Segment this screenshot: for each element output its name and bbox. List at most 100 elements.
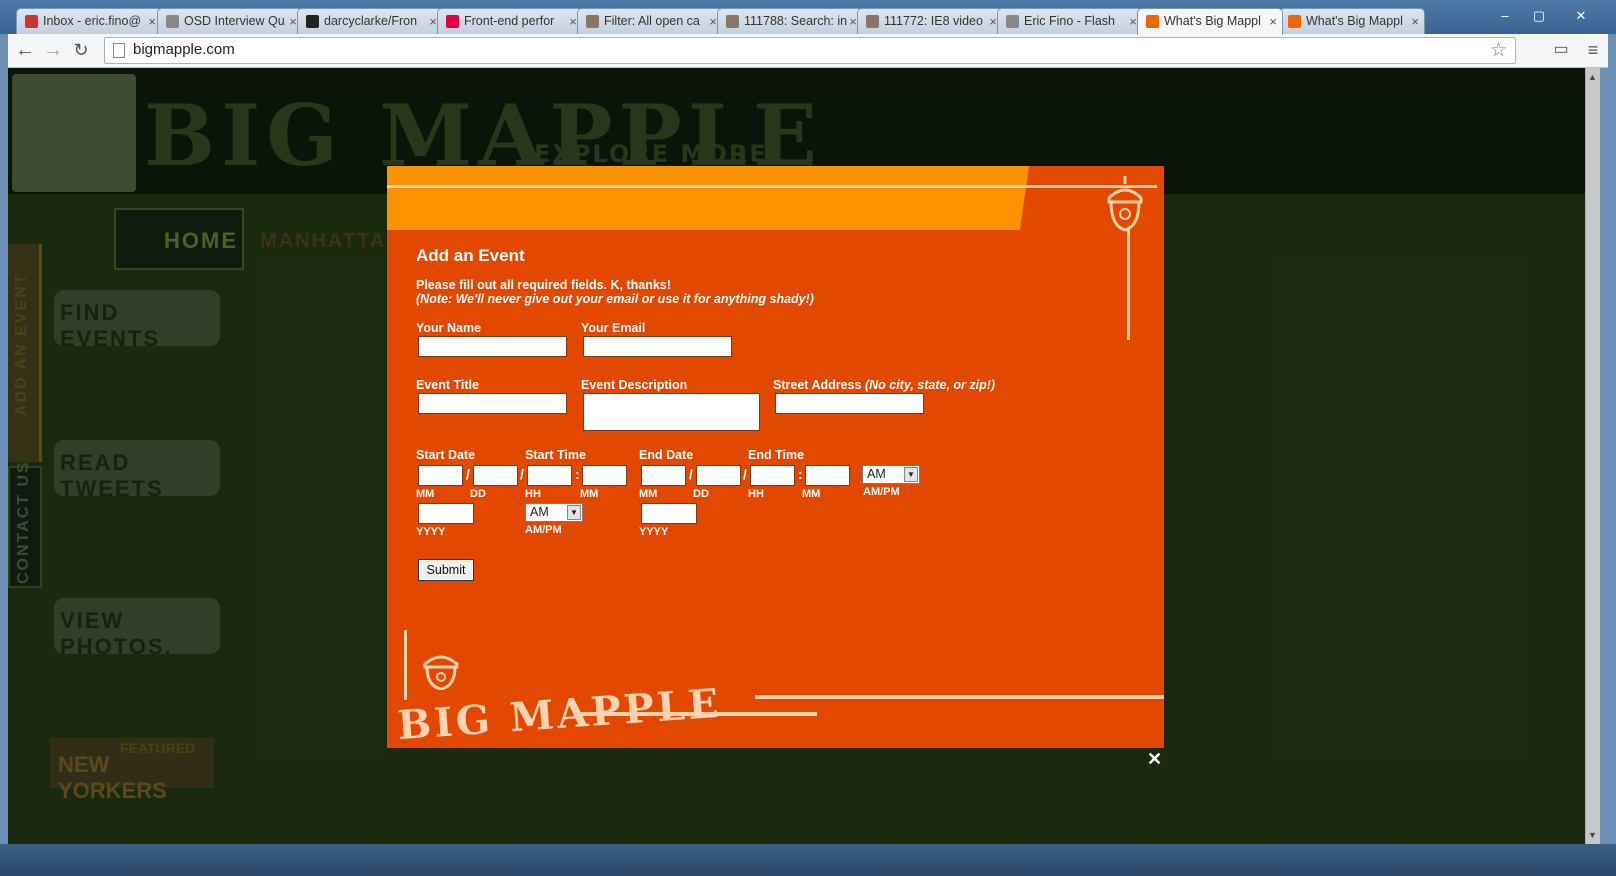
- date-separator: /: [466, 466, 470, 482]
- start-dd-caption: DD: [470, 488, 486, 500]
- page-viewport: BIG MAPPLE EXPLORE MORE HOME MANHATTAN F…: [8, 68, 1600, 844]
- start-mm-time-caption: MM: [580, 488, 599, 500]
- browser-tab[interactable]: Inbox - eric.fino@ ×: [16, 8, 162, 34]
- submit-button[interactable]: Submit: [418, 559, 474, 581]
- browser-tab[interactable]: What's Big Mappl ×: [1137, 8, 1283, 35]
- tab-close-icon[interactable]: ×: [1269, 14, 1277, 29]
- start-year-field[interactable]: [418, 503, 474, 524]
- back-arrow-icon[interactable]: ←: [12, 38, 38, 64]
- start-minute-field[interactable]: [582, 465, 627, 486]
- name-field[interactable]: [418, 336, 567, 357]
- browser-tab[interactable]: Front-end perfor ×: [437, 8, 583, 34]
- tab-close-icon[interactable]: ×: [1411, 14, 1419, 29]
- bug-icon: [726, 15, 739, 28]
- tab-close-icon[interactable]: ×: [709, 14, 717, 29]
- end-time-label: End Time: [748, 448, 805, 462]
- browser-tab-label: What's Big Mappl: [1164, 14, 1261, 28]
- chevron-down-icon[interactable]: ▼: [904, 467, 918, 482]
- browser-tab-label: What's Big Mappl: [1306, 14, 1403, 28]
- footer-line: [577, 712, 817, 716]
- event-description-label: Event Description: [581, 378, 688, 392]
- minimize-button[interactable]: –: [1490, 8, 1520, 26]
- start-date-label: Start Date: [416, 448, 476, 462]
- bookmark-star-icon[interactable]: ☆: [1490, 39, 1507, 62]
- start-mm-caption: MM: [416, 488, 435, 500]
- modal-header-line: [387, 185, 1157, 188]
- end-minute-field[interactable]: [805, 465, 850, 486]
- bug-icon: [586, 15, 599, 28]
- street-address-label: Street Address (No city, state, or zip!): [773, 378, 995, 392]
- time-separator: :: [575, 466, 580, 482]
- forward-arrow-icon[interactable]: →: [40, 38, 66, 64]
- start-ampm-select[interactable]: AM ▼: [525, 503, 583, 522]
- chevron-down-icon[interactable]: ▼: [567, 505, 581, 520]
- browser-tab-label: OSD Interview Qu: [184, 14, 285, 28]
- browser-tab-label: Inbox - eric.fino@: [43, 14, 142, 28]
- gmail-icon: [25, 15, 38, 28]
- browser-tab-label: 111772: IE8 video: [884, 14, 983, 28]
- tab-close-icon[interactable]: ×: [289, 14, 297, 29]
- end-year-field[interactable]: [641, 503, 697, 524]
- browser-tab-label: Filter: All open ca: [604, 14, 700, 28]
- acorn-icon: [1107, 176, 1143, 232]
- email-label: Your Email: [581, 321, 646, 335]
- browser-tab[interactable]: darcyclarke/Fron ×: [297, 8, 443, 34]
- window-close-button[interactable]: ✕: [1566, 8, 1596, 26]
- end-dd-caption: DD: [693, 488, 709, 500]
- browser-tab[interactable]: Eric Fino - Flash ×: [997, 8, 1143, 34]
- email-field[interactable]: [583, 336, 732, 357]
- browser-tab[interactable]: What's Big Mappl ×: [1279, 8, 1425, 34]
- tab-close-icon[interactable]: ×: [989, 14, 997, 29]
- modal-intro: Please fill out all required fields. K, …: [416, 278, 814, 306]
- doc-icon: [166, 15, 179, 28]
- start-day-field[interactable]: [473, 465, 518, 486]
- cast-icon[interactable]: ▭: [1548, 38, 1574, 64]
- tab-close-icon[interactable]: ×: [148, 14, 156, 29]
- menu-icon[interactable]: ≡: [1580, 38, 1606, 64]
- browser-tab[interactable]: Filter: All open ca ×: [577, 8, 723, 34]
- intro-line-1: Please fill out all required fields. K, …: [416, 278, 671, 292]
- github-icon: [306, 15, 319, 28]
- close-icon[interactable]: ✕: [1147, 749, 1162, 770]
- tab-close-icon[interactable]: ×: [1129, 14, 1137, 29]
- end-ampm-caption: AM/PM: [863, 486, 900, 498]
- browser-tab[interactable]: OSD Interview Qu ×: [157, 8, 303, 34]
- end-date-label: End Date: [639, 448, 694, 462]
- maximize-button[interactable]: ▢: [1524, 8, 1554, 26]
- start-hour-field[interactable]: [527, 465, 572, 486]
- end-yyyy-caption: YYYY: [639, 526, 669, 538]
- end-hour-field[interactable]: [750, 465, 795, 486]
- end-mm-caption: MM: [639, 488, 658, 500]
- event-description-field[interactable]: [583, 393, 760, 431]
- browser-tab[interactable]: 111772: IE8 video ×: [857, 8, 1003, 34]
- tab-close-icon[interactable]: ×: [569, 14, 577, 29]
- end-ampm-select[interactable]: AM ▼: [862, 465, 920, 484]
- modal-title: Add an Event: [416, 246, 525, 265]
- tab-close-icon[interactable]: ×: [429, 14, 437, 29]
- tab-close-icon[interactable]: ×: [849, 14, 857, 29]
- street-address-label-text: Street Address: [773, 378, 862, 392]
- doc-icon: [1006, 15, 1019, 28]
- address-bar[interactable]: bigmapple.com ☆: [104, 37, 1516, 64]
- end-month-field[interactable]: [641, 465, 686, 486]
- end-day-field[interactable]: [696, 465, 741, 486]
- url-text[interactable]: bigmapple.com: [133, 41, 235, 58]
- bug-icon: [866, 15, 879, 28]
- event-title-field[interactable]: [418, 393, 567, 414]
- browser-tab-label: Front-end perfor: [464, 14, 555, 28]
- browser-tab-label: darcyclarke/Fron: [324, 14, 418, 28]
- footer-line: [755, 695, 1164, 699]
- footer-acorn-icon: [423, 655, 459, 690]
- start-month-field[interactable]: [418, 465, 463, 486]
- start-yyyy-caption: YYYY: [416, 526, 446, 538]
- browser-tab-label: Eric Fino - Flash: [1024, 14, 1115, 28]
- page-icon: [113, 43, 125, 58]
- reload-icon[interactable]: ↻: [68, 38, 94, 64]
- event-title-label: Event Title: [416, 378, 479, 392]
- modal-header-band: [387, 166, 1029, 230]
- browser-tab-label: 111788: Search: in: [744, 14, 848, 28]
- end-mm-time-caption: MM: [802, 488, 821, 500]
- os-taskbar: [0, 844, 1616, 876]
- browser-tab[interactable]: 111788: Search: in ×: [717, 8, 863, 34]
- street-address-field[interactable]: [775, 393, 924, 414]
